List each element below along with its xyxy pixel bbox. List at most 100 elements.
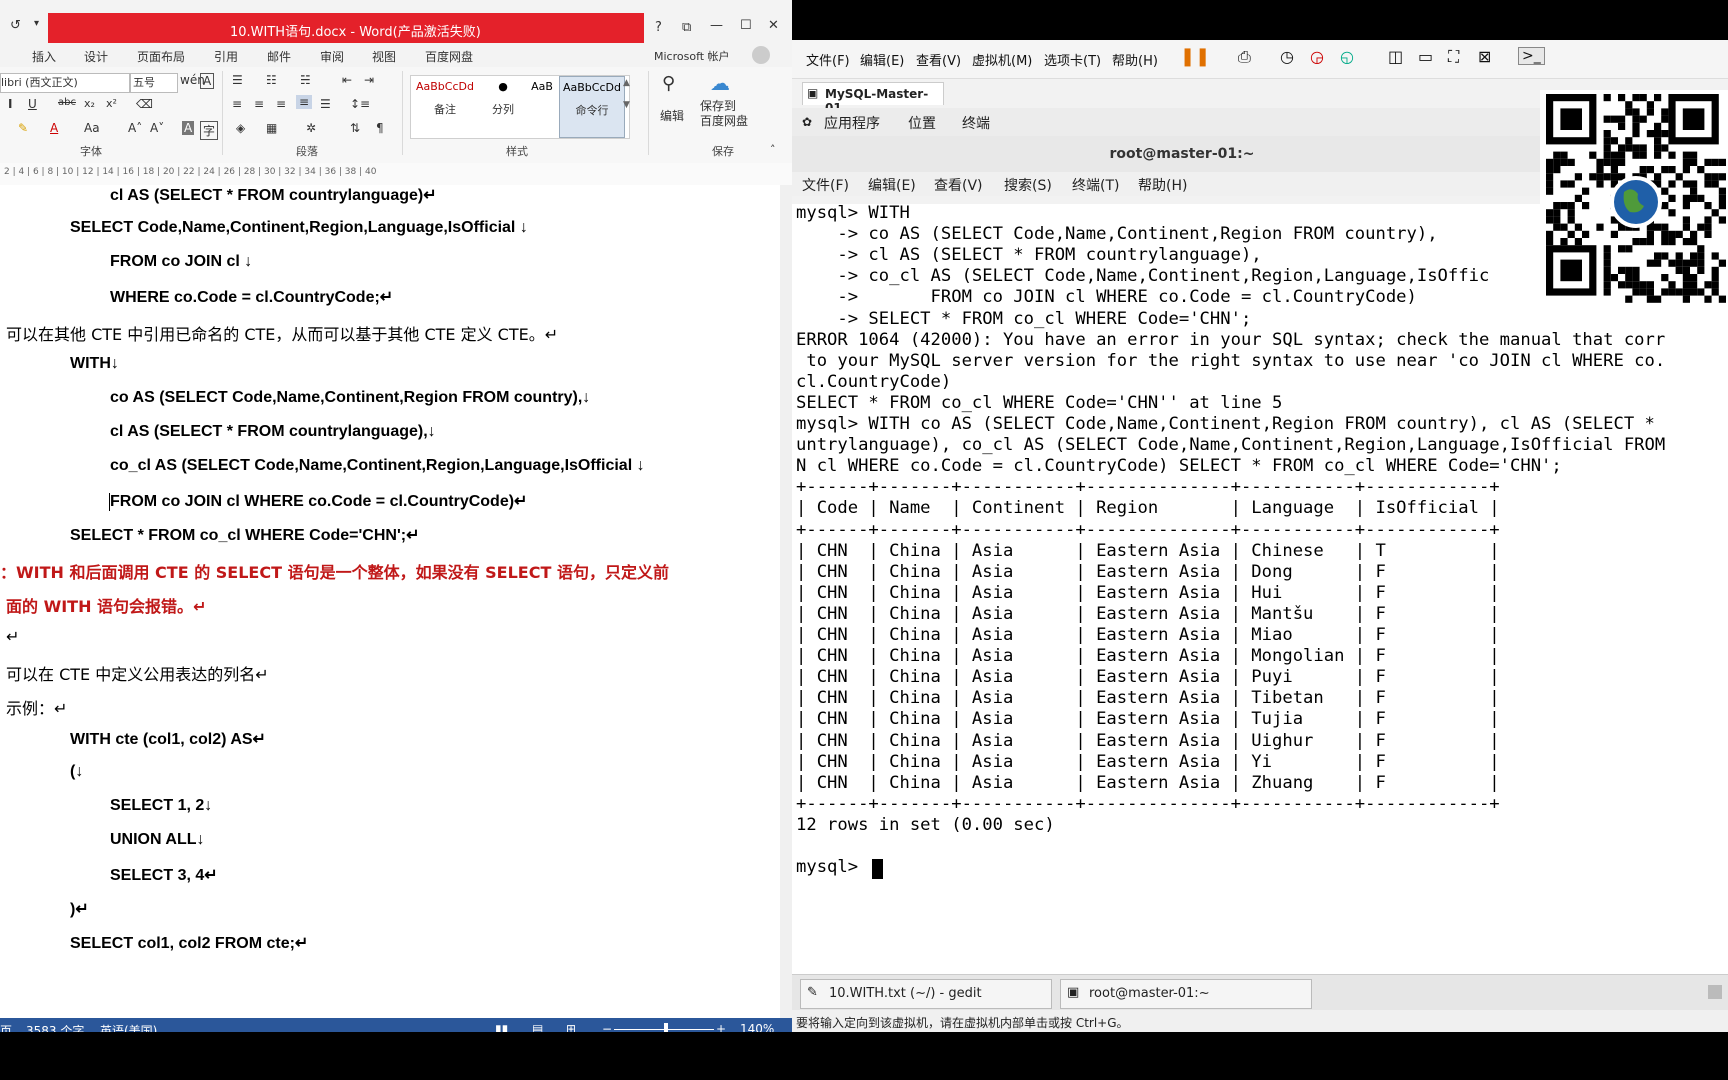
change-case-icon[interactable]: Aa	[84, 121, 100, 135]
style-heading[interactable]: AaB	[527, 80, 557, 93]
styles-scroll-down-icon[interactable]: ▼	[623, 100, 630, 110]
show-marks-icon[interactable]: ¶	[376, 121, 384, 135]
collapse-ribbon-icon[interactable]: ˄	[770, 143, 776, 156]
vm-tab[interactable]: ▣ MySQL-Master-01	[802, 82, 944, 115]
tab-view[interactable]: 视图	[372, 48, 396, 65]
style-note[interactable]: AaBbCcDd 备注	[415, 80, 475, 117]
shading-para-icon[interactable]: ◈	[236, 121, 245, 135]
term-menu-edit[interactable]: 编辑(E)	[868, 175, 916, 195]
line-spacing-icon[interactable]: ↕≡	[350, 97, 370, 111]
word-count[interactable]: 3583 个字	[26, 1022, 84, 1032]
close-button[interactable]: ✕	[768, 18, 779, 33]
maximize-button[interactable]: ☐	[740, 18, 752, 33]
grow-font-icon[interactable]: A˄	[128, 121, 142, 135]
sidebar-toggle-icon[interactable]: ◫	[1388, 47, 1403, 66]
binoculars-icon[interactable]: ⚲	[662, 73, 675, 94]
term-menu-search[interactable]: 搜索(S)	[1004, 175, 1052, 195]
ribbon-display-icon[interactable]: ⧉	[682, 20, 691, 35]
vm-menu-file[interactable]: 文件(F)	[806, 50, 850, 69]
help-button[interactable]: ?	[655, 20, 662, 35]
term-menu-help[interactable]: 帮助(H)	[1138, 175, 1187, 195]
fullscreen-icon[interactable]: ⛶	[1448, 47, 1459, 67]
send-keys-icon[interactable]: ⎙	[1238, 47, 1251, 67]
tab-references[interactable]: 引用	[214, 48, 238, 65]
read-mode-icon[interactable]: ▮▮	[495, 1022, 508, 1032]
quick-access-icon[interactable]: ▾	[34, 18, 39, 29]
revert-snapshot-icon[interactable]: ◶	[1310, 47, 1324, 66]
web-layout-icon[interactable]: ⊞	[566, 1022, 576, 1032]
vm-menu-vm[interactable]: 虚拟机(M)	[972, 50, 1032, 69]
font-name-box[interactable]: libri (西文正文)	[0, 73, 130, 93]
tab-mailings[interactable]: 邮件	[267, 48, 291, 65]
zoom-slider-thumb[interactable]	[664, 1023, 668, 1032]
align-center-icon[interactable]: ≡	[254, 97, 264, 111]
font-color-icon[interactable]: A	[50, 121, 58, 135]
snapshot-icon[interactable]: ◷	[1280, 47, 1294, 66]
increase-indent-icon[interactable]: ⇥	[364, 73, 374, 87]
tab-design[interactable]: 设计	[84, 48, 108, 65]
account-label[interactable]: Microsoft 帐户	[654, 48, 730, 64]
thumbnail-icon[interactable]: ▭	[1418, 47, 1433, 66]
italic-icon[interactable]: I	[8, 97, 12, 111]
underline-icon[interactable]: U	[28, 97, 37, 111]
taskbar-gedit[interactable]: ✎ 10.WITH.txt (~/) - gedit	[800, 979, 1052, 1009]
refresh-icon[interactable]: ↺	[10, 18, 21, 33]
style-command-line[interactable]: AaBbCcDd 命令行	[559, 76, 625, 138]
multilevel-icon[interactable]: ☵	[300, 73, 311, 87]
zoom-out-icon[interactable]: −	[602, 1022, 612, 1032]
distribute-icon[interactable]: ☰	[320, 97, 331, 111]
shading-icon[interactable]: A	[182, 121, 195, 135]
styles-scroll-up-icon[interactable]: ▲	[623, 78, 630, 88]
tab-review[interactable]: 审阅	[320, 48, 344, 65]
style-column[interactable]: ● 分列	[481, 80, 525, 117]
tab-baidu[interactable]: 百度网盘	[425, 48, 473, 65]
print-layout-icon[interactable]: ▤	[532, 1022, 543, 1032]
gnome-applications[interactable]: 应用程序	[824, 113, 880, 133]
vm-menu-edit[interactable]: 编辑(E)	[860, 50, 904, 69]
language-indicator[interactable]: 英语(美国)	[100, 1022, 157, 1032]
vm-menu-help[interactable]: 帮助(H)	[1112, 50, 1158, 69]
console-view-icon[interactable]: >_	[1518, 47, 1545, 65]
zoom-level[interactable]: 140%	[740, 1022, 774, 1032]
edit-button[interactable]: 编辑	[660, 107, 684, 124]
decrease-indent-icon[interactable]: ⇤	[342, 73, 352, 87]
char-border-icon[interactable]: A	[200, 73, 215, 89]
baidu-cloud-icon[interactable]: ☁	[710, 71, 730, 95]
zoom-in-icon[interactable]: +	[716, 1022, 726, 1032]
workspace-switcher[interactable]	[1708, 985, 1722, 999]
term-menu-view[interactable]: 查看(V)	[934, 175, 983, 195]
clear-format-icon[interactable]: ⌫	[136, 97, 153, 111]
term-menu-file[interactable]: 文件(F)	[802, 175, 849, 195]
taskbar-terminal[interactable]: ▣ root@master-01:~	[1060, 979, 1312, 1009]
justify-icon[interactable]: ≡	[296, 95, 313, 109]
vm-menu-view[interactable]: 查看(V)	[916, 50, 961, 69]
manage-snapshot-icon[interactable]: ◵	[1340, 47, 1354, 66]
avatar[interactable]	[752, 46, 770, 64]
tab-layout[interactable]: 页面布局	[137, 48, 185, 65]
document-page[interactable]: cl AS (SELECT * FROM countrylanguage)↵ SE…	[0, 185, 780, 1023]
numbering-icon[interactable]: ☷	[266, 73, 277, 87]
subscript-icon[interactable]: x₂	[84, 97, 95, 110]
vertical-scrollbar[interactable]	[780, 185, 792, 1023]
pause-icon[interactable]: ❚❚	[1180, 46, 1210, 67]
borders-icon[interactable]: ▦	[266, 121, 277, 135]
enclose-icon[interactable]: 字	[200, 121, 219, 140]
bullets-icon[interactable]: ☰	[232, 73, 243, 87]
unity-icon[interactable]: ⊠	[1478, 47, 1491, 66]
minimize-button[interactable]: —	[710, 18, 723, 33]
shrink-font-icon[interactable]: A˅	[150, 121, 164, 135]
sort-icon[interactable]: ⇅	[350, 121, 360, 135]
save-to-baidu-button[interactable]: 保存到 百度网盘	[700, 99, 748, 129]
vm-menu-tabs[interactable]: 选项卡(T)	[1044, 50, 1101, 69]
align-right-icon[interactable]: ≡	[276, 97, 286, 111]
tab-insert[interactable]: 插入	[32, 48, 56, 65]
font-size-box[interactable]: 五号	[130, 73, 178, 93]
chinese-layout-icon[interactable]: ✲	[306, 121, 316, 135]
page-indicator[interactable]: 页	[0, 1022, 12, 1032]
superscript-icon[interactable]: x²	[106, 97, 117, 110]
gnome-places[interactable]: 位置	[908, 113, 936, 133]
strikethrough-icon[interactable]: abc	[58, 97, 76, 108]
highlight-icon[interactable]: ✎	[18, 121, 28, 135]
align-left-icon[interactable]: ≡	[232, 97, 242, 111]
term-menu-terminal[interactable]: 终端(T)	[1072, 175, 1119, 195]
